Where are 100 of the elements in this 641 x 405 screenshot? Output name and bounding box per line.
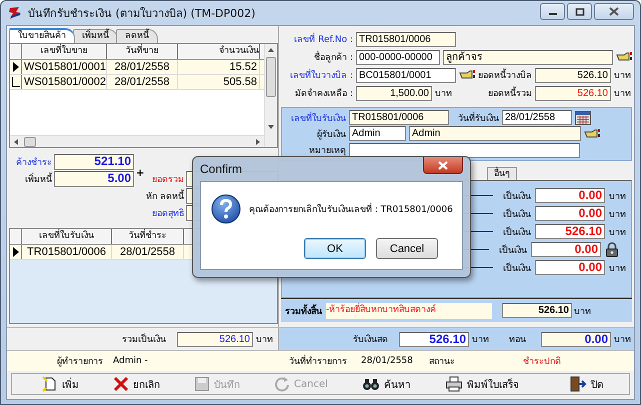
scroll-thumb[interactable] (266, 57, 276, 97)
amount-field[interactable]: 526.10 (535, 224, 605, 239)
add-debt-field[interactable]: 5.00 (54, 170, 134, 186)
document-tab[interactable]: เพิ่มหนี้ (73, 29, 118, 43)
printer-icon (444, 376, 463, 392)
column-header[interactable]: เลขที่ใบขาย (22, 44, 107, 59)
scroll-up-icon[interactable] (267, 47, 275, 53)
table-cell: 15.52 (178, 60, 260, 74)
currency-unit: บาท (614, 334, 632, 346)
amount-field[interactable]: 0.00 (535, 260, 605, 275)
currency-unit: บาท (614, 88, 632, 100)
amount-label: เป็นเงิน (503, 226, 531, 238)
total-debt-field[interactable]: 526.10 (535, 86, 611, 100)
subtotal-field[interactable]: 526.10 (177, 332, 253, 347)
horizontal-scrollbar[interactable] (10, 135, 264, 147)
close-button[interactable] (423, 157, 463, 174)
amount-label: เป็นเงิน (503, 208, 531, 220)
sum-label: ยอดรวม (151, 174, 184, 186)
plus-sign: + (136, 170, 144, 178)
circular-arrow-icon (274, 376, 290, 392)
question-icon (211, 194, 241, 224)
document-tab[interactable]: ลดหนี้ (116, 29, 158, 43)
bill-debt-field[interactable]: 526.10 (535, 68, 611, 82)
close-button[interactable] (594, 3, 634, 20)
padlock-icon[interactable] (605, 242, 619, 257)
document-icon (42, 376, 58, 392)
operator-value: Admin - (112, 356, 149, 366)
customer-name-field[interactable]: ลูกค้าจร (443, 50, 613, 64)
maximize-icon (574, 8, 584, 16)
scroll-thumb[interactable] (24, 136, 36, 146)
delete-button[interactable]: ยกเลิก (107, 374, 166, 394)
receipt-date-field[interactable]: 28/01/2558 (502, 110, 572, 126)
maximize-button[interactable] (567, 3, 592, 20)
amount-label: เป็นเงิน (499, 244, 527, 256)
receipt-no-field[interactable]: TR015801/0006 (349, 110, 449, 126)
receiver-code-field[interactable]: Admin (349, 126, 406, 142)
status-label: สถานะ (429, 356, 455, 368)
table-cell: WS015801/0002 (22, 75, 107, 89)
print-button[interactable]: พิมพ์ใบเสร็จ (438, 374, 525, 394)
vertical-scrollbar[interactable] (264, 44, 277, 147)
grand-total-field[interactable]: 526.10 (502, 303, 572, 318)
minimize-button[interactable] (540, 3, 565, 20)
dialog-button[interactable]: OK (304, 238, 366, 259)
bill-no-label: เลขที่ใบวางบิล : (281, 68, 353, 82)
add-debt-label: เพิ่มหนี้ (24, 172, 52, 186)
close-icon (609, 7, 619, 16)
deduct-label: หัก ลดหนี้ (146, 188, 184, 202)
cross-icon (113, 376, 129, 392)
table-cell: 505.58 (178, 75, 260, 89)
ref-no-label: เลขที่ Ref.No : (281, 32, 353, 46)
note-label: หมายเหตุ (308, 145, 346, 158)
cash-label: รับเงินสด (353, 334, 388, 346)
table-cell: 28/01/2558 (107, 60, 178, 74)
change-field[interactable]: 0.00 (541, 332, 611, 347)
document-tab[interactable]: ใบขายสินค้า (9, 28, 75, 43)
customer-code-field[interactable]: 000-0000-00000 (356, 50, 440, 64)
search-button[interactable]: ค้นหา (356, 374, 417, 394)
receiver-label: ผู้รับเงิน (316, 128, 346, 141)
currency-unit: บาท (609, 262, 627, 274)
net-label: ยอดสุทธิ (151, 208, 184, 220)
dialog-message: คุณต้องการยกเลิกใบรับเงินเลขที่ : TR015801/0006 (249, 202, 453, 216)
payment-tab[interactable]: อื่นๆ (487, 167, 517, 180)
cash-field[interactable]: 526.10 (399, 332, 469, 347)
window-title: บันทึกรับชำระเงิน (ตามใบวางบิล) (TM-DP002) (28, 6, 256, 22)
currency-unit: บาท (609, 190, 627, 202)
ref-no-field[interactable]: TR015801/0006 (356, 32, 456, 46)
door-icon (569, 376, 587, 392)
amount-field[interactable]: 0.00 (531, 242, 601, 257)
receipt-no-label: เลขที่ใบรับเงิน (290, 110, 346, 125)
operator-label: ผู้ทำรายการ (56, 356, 103, 368)
total-debt-label: ยอดหนี้รวม (488, 86, 532, 100)
status-value: ชำระปกติ (522, 356, 561, 368)
table-cell: 28/01/2558 (112, 245, 184, 259)
dialog-button[interactable]: Cancel (376, 238, 438, 259)
bill-no-field[interactable]: BC015801/0001 (356, 68, 456, 82)
record-date-value: 28/01/2558 (360, 356, 414, 366)
scroll-right-icon[interactable] (255, 138, 261, 146)
amount-field[interactable]: 0.00 (535, 206, 605, 221)
app-logo-icon (7, 5, 23, 21)
dialog-title: Confirm (200, 162, 242, 176)
record-date-label: วันที่ทำรายการ (269, 354, 347, 368)
binoculars-icon (362, 376, 380, 392)
table-cell: TR015801/0006 (22, 245, 112, 259)
currency-unit: บาท (435, 88, 453, 100)
column-header[interactable]: วันที่ขาย (107, 44, 178, 59)
scroll-left-icon[interactable] (13, 138, 19, 146)
outstanding-field[interactable]: 521.10 (54, 154, 134, 170)
exit-button[interactable]: ปิด (563, 374, 609, 394)
table-cell: 28/01/2558 (107, 75, 178, 89)
scroll-down-icon[interactable] (267, 124, 275, 130)
amount-field[interactable]: 0.00 (535, 188, 605, 203)
note-field[interactable] (349, 142, 580, 158)
new-button[interactable]: เพิ่ม (36, 374, 85, 394)
outstanding-label: ค้างชำระ (15, 156, 52, 168)
amount-in-words-field: -ห้าร้อยยี่สิบหกบาทสิบสตางค์ (326, 302, 492, 318)
receipt-date-label: วันที่รับเงิน (458, 110, 499, 125)
calendar-icon[interactable] (575, 110, 591, 125)
deposit-field[interactable]: 1,500.00 (356, 86, 432, 100)
bill-debt-label: ยอดหนี้วางบิล (478, 68, 532, 82)
receiver-name-field[interactable]: Admin (409, 126, 581, 142)
